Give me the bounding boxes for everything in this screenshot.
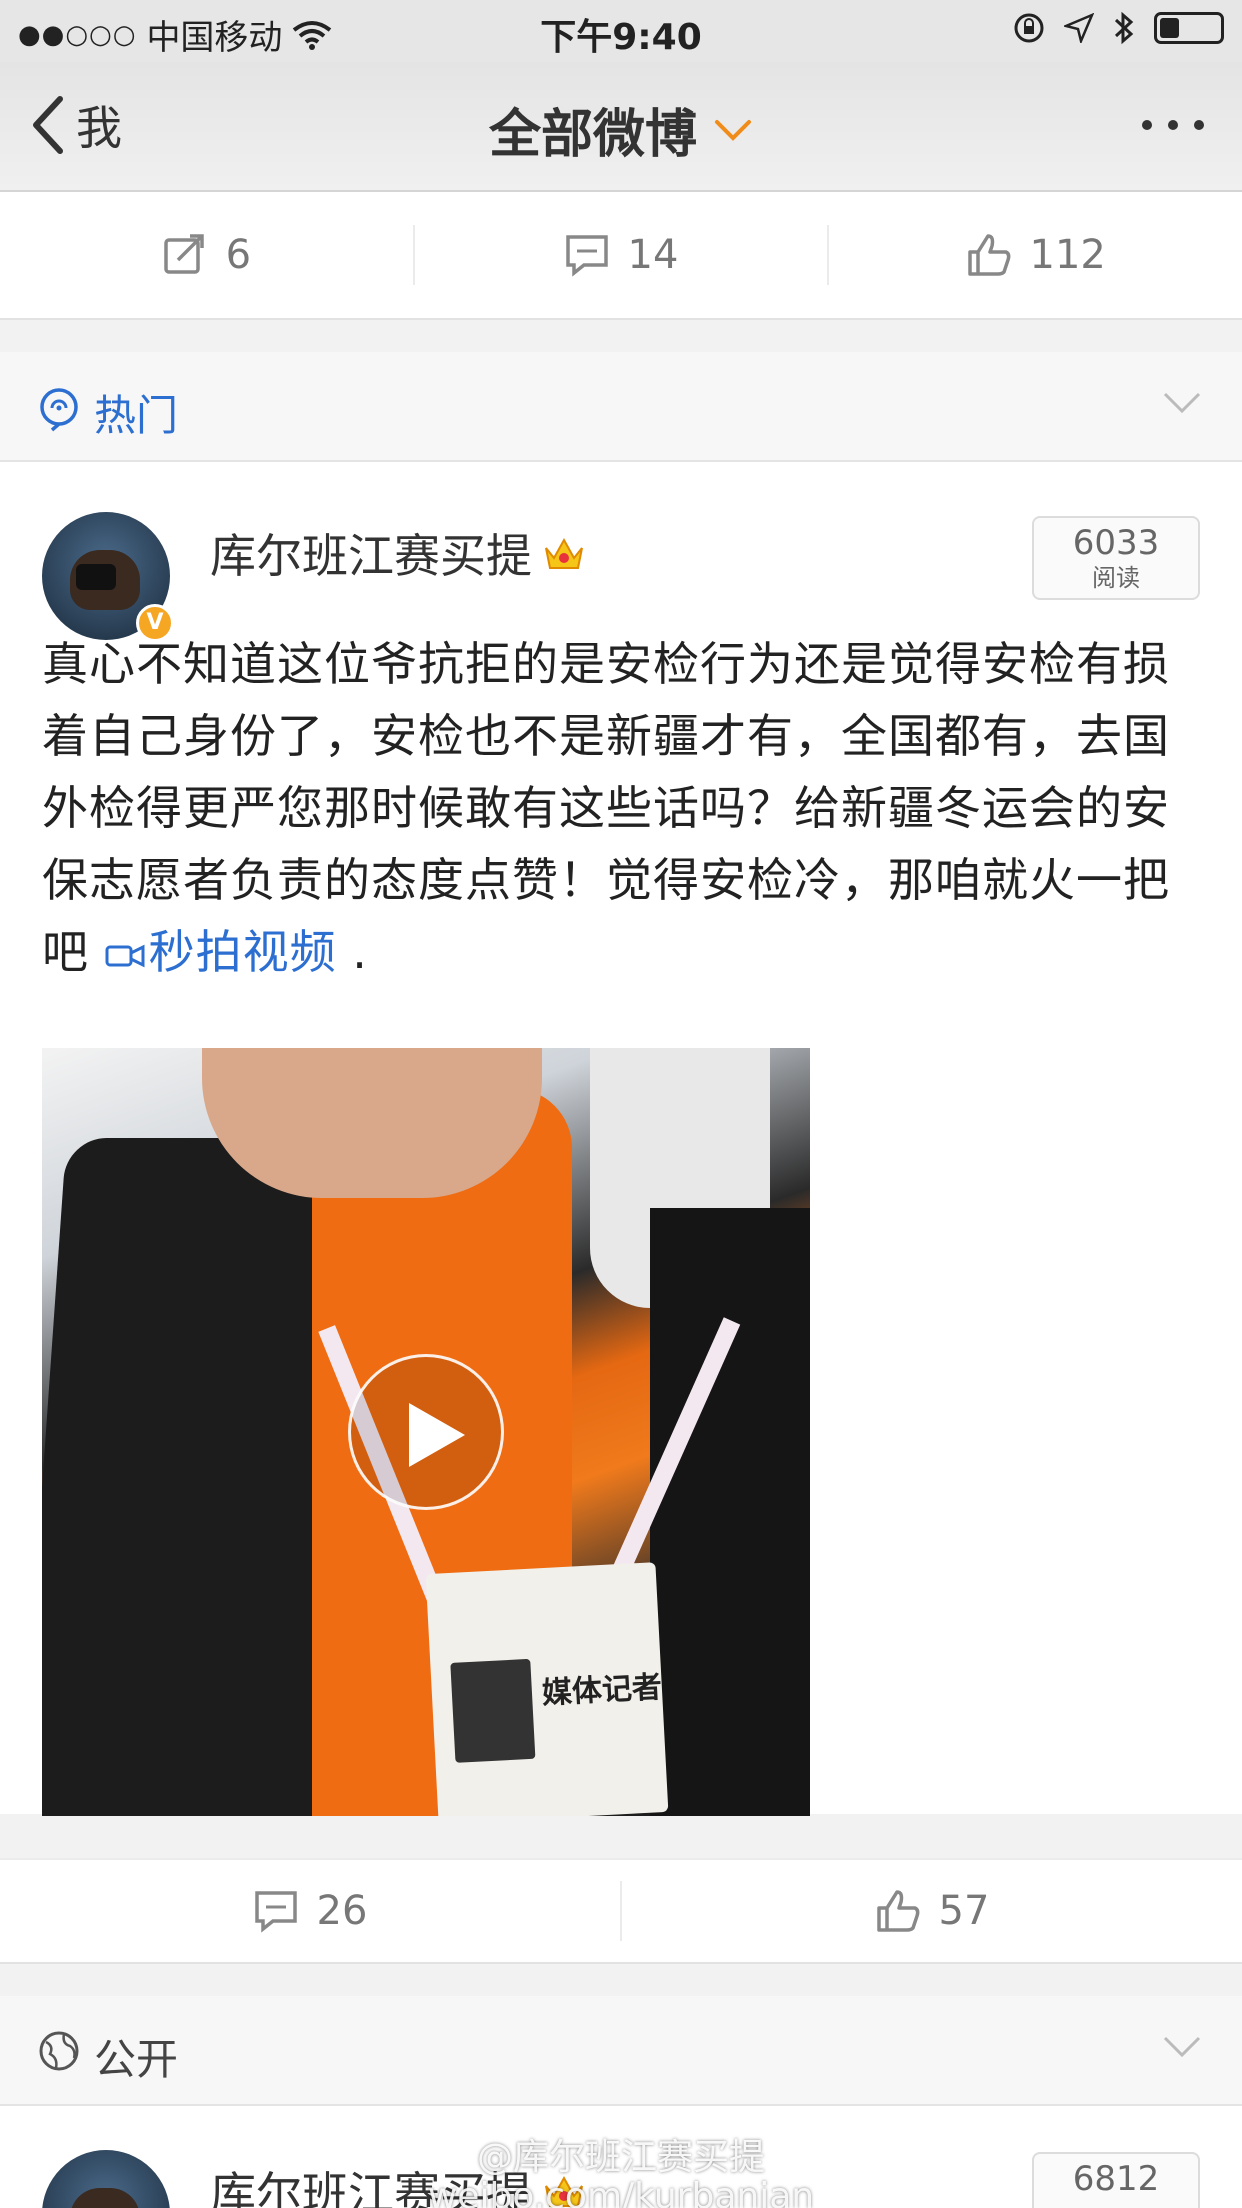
section-label: 热门 <box>94 391 179 440</box>
more-dot <box>1168 120 1178 130</box>
avatar-camera <box>76 564 116 590</box>
avatar[interactable]: V <box>42 512 174 642</box>
video-link-text: 秒拍视频 <box>148 925 337 979</box>
location-icon <box>1064 13 1094 43</box>
play-button[interactable] <box>348 1354 504 1510</box>
watermark-handle: @库尔班江赛买提 <box>476 2137 765 2178</box>
feed-filter-dropdown[interactable]: 全部微博 <box>0 92 1242 167</box>
comment-icon <box>254 1891 297 1933</box>
repost-button[interactable]: 6 <box>0 232 413 278</box>
comment-button[interactable]: 14 <box>415 232 828 278</box>
press-badge: 媒体记者 <box>425 1562 669 1816</box>
like-count: 57 <box>938 1888 990 1934</box>
status-bar: ●●○○○ 中国移动 下午9:40 <box>0 0 1242 62</box>
author-name-text: 库尔班江赛买提 <box>210 529 532 583</box>
hot-section-header[interactable]: 热门 <box>0 352 1242 462</box>
video-camera-icon <box>105 944 145 967</box>
comment-button[interactable]: 26 <box>0 1888 620 1934</box>
badge-photo <box>450 1658 536 1763</box>
hot-topic-icon <box>40 388 78 432</box>
video-link[interactable]: 秒拍视频 <box>105 925 337 979</box>
battery-icon <box>1154 12 1224 44</box>
repost-count: 6 <box>225 232 252 278</box>
comment-count: 26 <box>316 1888 368 1934</box>
thumbs-up-icon <box>967 234 1010 276</box>
like-count: 112 <box>1029 232 1106 278</box>
public-section-header[interactable]: 公开 <box>0 1996 1242 2106</box>
vip-crown-icon <box>545 537 583 569</box>
like-button[interactable]: 57 <box>622 1888 1242 1934</box>
chevron-down-icon <box>1163 2036 1201 2058</box>
watermark: @库尔班江赛买提 weibo.com/kurbanjan <box>0 2128 1242 2208</box>
repost-icon <box>163 234 204 274</box>
globe-icon <box>39 2031 79 2071</box>
prev-post-action-bar: 6 14 112 <box>0 192 1242 320</box>
press-badge-text: 媒体记者 <box>541 1670 663 1712</box>
read-count-badge: 6033 阅读 <box>1032 516 1200 600</box>
rotation-lock-icon <box>1014 13 1044 43</box>
thumbs-up-icon <box>876 1890 919 1932</box>
video-scene <box>650 1208 810 1816</box>
read-label: 阅读 <box>1092 564 1140 592</box>
post-card[interactable]: V 库尔班江赛买提 6033 阅读 真心不知道这位爷抗拒的是安检行为还是觉得安检… <box>0 462 1242 1816</box>
section-label: 公开 <box>94 2035 179 2084</box>
page-title: 全部微博 <box>488 105 697 165</box>
like-button[interactable]: 112 <box>829 232 1242 278</box>
video-thumbnail[interactable]: 媒体记者 <box>42 1048 810 1816</box>
read-count: 6033 <box>1072 523 1160 563</box>
chevron-down-icon <box>715 119 751 141</box>
post-body-end: . <box>336 925 368 979</box>
more-dot <box>1194 120 1204 130</box>
video-scene <box>202 1048 542 1198</box>
comment-count: 14 <box>627 232 679 278</box>
post-text: 真心不知道这位爷抗拒的是安检行为还是觉得安检有损着自己身份了，安检也不是新疆才有… <box>42 628 1200 988</box>
more-dots-icon <box>1142 120 1152 130</box>
comment-icon <box>565 235 608 277</box>
nav-bar: 我 全部微博 <box>0 62 1242 192</box>
more-button[interactable] <box>1142 120 1204 130</box>
watermark-url: weibo.com/kurbanjan <box>427 2176 815 2208</box>
author-name[interactable]: 库尔班江赛买提 <box>210 520 586 586</box>
bluetooth-icon <box>1114 11 1134 45</box>
chevron-down-icon <box>1163 392 1201 414</box>
play-icon <box>409 1403 465 1467</box>
post-action-bar: 26 57 <box>0 1858 1242 1964</box>
